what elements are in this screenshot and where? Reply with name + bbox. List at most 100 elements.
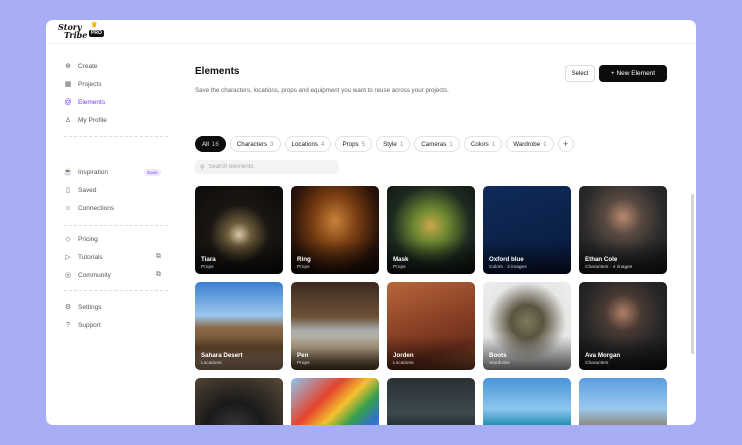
filter-label: Style bbox=[383, 140, 397, 148]
sidebar-item-label: Settings bbox=[78, 303, 102, 311]
filter-chip-props[interactable]: Props 5 bbox=[335, 136, 373, 152]
sidebar-item-tutorials[interactable]: ▷ Tutorials ⧉ bbox=[64, 248, 168, 266]
brand-logo[interactable]: Story Tribe ♛ PRO bbox=[58, 21, 104, 40]
page-subtitle: Save the characters, locations, props an… bbox=[195, 87, 449, 94]
element-card[interactable]: Jorden Locations bbox=[387, 282, 475, 370]
sidebar-item-label: Projects bbox=[78, 80, 102, 88]
filter-label: Locations bbox=[291, 140, 319, 148]
sidebar-item-connections[interactable]: ☺ Connections bbox=[64, 199, 168, 217]
card-meta: Colors · 3 images bbox=[489, 265, 527, 270]
page-title: Elements bbox=[195, 66, 240, 77]
card-meta: Characters bbox=[585, 361, 609, 366]
sidebar-item-label: Connections bbox=[78, 204, 115, 212]
users-icon: ☺ bbox=[64, 204, 72, 212]
card-name: Ring bbox=[297, 256, 311, 263]
card-name: Oxford blue bbox=[489, 256, 524, 263]
sidebar-item-label: Inspiration bbox=[78, 168, 108, 176]
sidebar-item-label: Pricing bbox=[78, 235, 98, 243]
element-card[interactable]: Ethan Cole Characters · 4 images bbox=[579, 186, 667, 274]
top-bar: Story Tribe ♛ PRO bbox=[46, 20, 696, 44]
filter-count: 16 bbox=[211, 140, 219, 148]
filter-count: 3 bbox=[270, 140, 274, 148]
element-card[interactable] bbox=[387, 378, 475, 425]
sidebar-item-community[interactable]: ◎ Community ⧉ bbox=[64, 266, 168, 284]
external-link-icon: ⧉ bbox=[156, 271, 161, 278]
sidebar-item-inspiration[interactable]: ☕ Inspiration Soon bbox=[64, 163, 168, 181]
filter-chips: All 16 Characters 3 Locations 4 Props 5 Style 1 Ca… bbox=[195, 136, 574, 152]
filter-label: Wardrobe bbox=[513, 140, 541, 148]
element-card[interactable]: Sahara Desert Locations bbox=[195, 282, 283, 370]
sidebar-item-support[interactable]: ? Support bbox=[64, 316, 168, 334]
filter-chip-colors[interactable]: Colors 1 bbox=[463, 136, 503, 152]
element-card[interactable]: Ring Props bbox=[291, 186, 379, 274]
tag-icon: ◇ bbox=[65, 236, 71, 243]
filter-chip-style[interactable]: Style 1 bbox=[376, 136, 411, 152]
card-name: Boots bbox=[489, 352, 507, 359]
plus-circle-icon: ⊕ bbox=[65, 63, 71, 70]
play-icon: ▷ bbox=[65, 254, 71, 261]
new-element-button[interactable]: + New Element bbox=[599, 65, 667, 82]
gear-icon: ⚙ bbox=[64, 304, 72, 311]
filter-label: Characters bbox=[236, 140, 268, 148]
sidebar-item-label: Saved bbox=[78, 186, 97, 194]
app-window: Story Tribe ♛ PRO ⊕ Create ▦ Projects @ Eleme… bbox=[46, 20, 696, 425]
card-meta: Props bbox=[201, 265, 214, 270]
filter-chip-all[interactable]: All 16 bbox=[195, 136, 226, 152]
filter-label: Colors bbox=[470, 140, 489, 148]
divider bbox=[64, 290, 168, 291]
external-link-icon: ⧉ bbox=[156, 253, 161, 260]
select-button[interactable]: Select bbox=[565, 65, 595, 82]
filter-label: Props bbox=[342, 140, 359, 148]
filter-label: Cameras bbox=[421, 140, 447, 148]
element-card[interactable] bbox=[579, 378, 667, 425]
card-name: Sahara Desert bbox=[201, 352, 243, 359]
element-card[interactable]: Boots Wardrobe bbox=[483, 282, 571, 370]
card-meta: Wardrobe bbox=[489, 361, 510, 366]
sidebar-item-pricing[interactable]: ◇ Pricing bbox=[64, 230, 168, 248]
discord-icon: ◎ bbox=[64, 272, 72, 279]
search-input[interactable] bbox=[208, 164, 329, 170]
card-meta: Locations bbox=[201, 361, 222, 366]
filter-count: 4 bbox=[321, 140, 325, 148]
card-name: Ethan Cole bbox=[585, 256, 618, 263]
crown-icon: ♛ bbox=[91, 20, 98, 29]
element-card[interactable]: Mask Props bbox=[387, 186, 475, 274]
add-filter-button[interactable]: + bbox=[557, 136, 574, 152]
filter-chip-locations[interactable]: Locations 4 bbox=[284, 136, 332, 152]
nav-group-account: ⚙ Settings ? Support bbox=[64, 298, 168, 334]
divider bbox=[64, 136, 168, 137]
filter-chip-characters[interactable]: Characters 3 bbox=[229, 136, 281, 152]
sidebar-item-create[interactable]: ⊕ Create bbox=[64, 57, 168, 75]
element-card[interactable]: Tiara Props bbox=[195, 186, 283, 274]
scrollbar[interactable] bbox=[691, 194, 694, 354]
card-name: Tiara bbox=[201, 256, 216, 263]
element-card[interactable]: Pen Props bbox=[291, 282, 379, 370]
grid-icon: ▦ bbox=[64, 81, 72, 88]
soon-badge: Soon bbox=[144, 168, 161, 176]
search-bar[interactable]: ⚲ bbox=[195, 160, 339, 174]
element-card[interactable]: Oxford blue Colors · 3 images bbox=[483, 186, 571, 274]
logo-line2: Tribe bbox=[64, 30, 88, 40]
help-icon: ? bbox=[66, 321, 70, 329]
filter-count: 1 bbox=[543, 140, 547, 148]
element-card[interactable] bbox=[483, 378, 571, 425]
filter-chip-cameras[interactable]: Cameras 1 bbox=[414, 136, 460, 152]
nav-group-social: ☕ Inspiration Soon ▯ Saved ☺ Connections bbox=[64, 163, 168, 217]
main-content: Elements Save the characters, locations,… bbox=[195, 44, 696, 425]
at-icon: @ bbox=[64, 98, 72, 106]
filter-count: 1 bbox=[491, 140, 496, 148]
sidebar-item-saved[interactable]: ▯ Saved bbox=[64, 181, 168, 199]
sidebar-item-projects[interactable]: ▦ Projects bbox=[64, 75, 168, 93]
element-card[interactable] bbox=[195, 378, 283, 425]
sidebar-item-label: My Profile bbox=[78, 116, 107, 124]
filter-count: 1 bbox=[449, 140, 453, 148]
filter-chip-wardrobe[interactable]: Wardrobe 1 bbox=[506, 136, 554, 152]
sidebar-item-my-profile[interactable]: ♙ My Profile bbox=[64, 111, 168, 129]
card-meta: Props bbox=[297, 361, 310, 366]
card-name: Pen bbox=[297, 352, 309, 359]
sidebar-item-settings[interactable]: ⚙ Settings bbox=[64, 298, 168, 316]
coffee-icon: ☕ bbox=[63, 169, 73, 176]
sidebar-item-elements[interactable]: @ Elements bbox=[64, 93, 168, 111]
element-card[interactable]: Ava Morgan Characters bbox=[579, 282, 667, 370]
element-card[interactable] bbox=[291, 378, 379, 425]
